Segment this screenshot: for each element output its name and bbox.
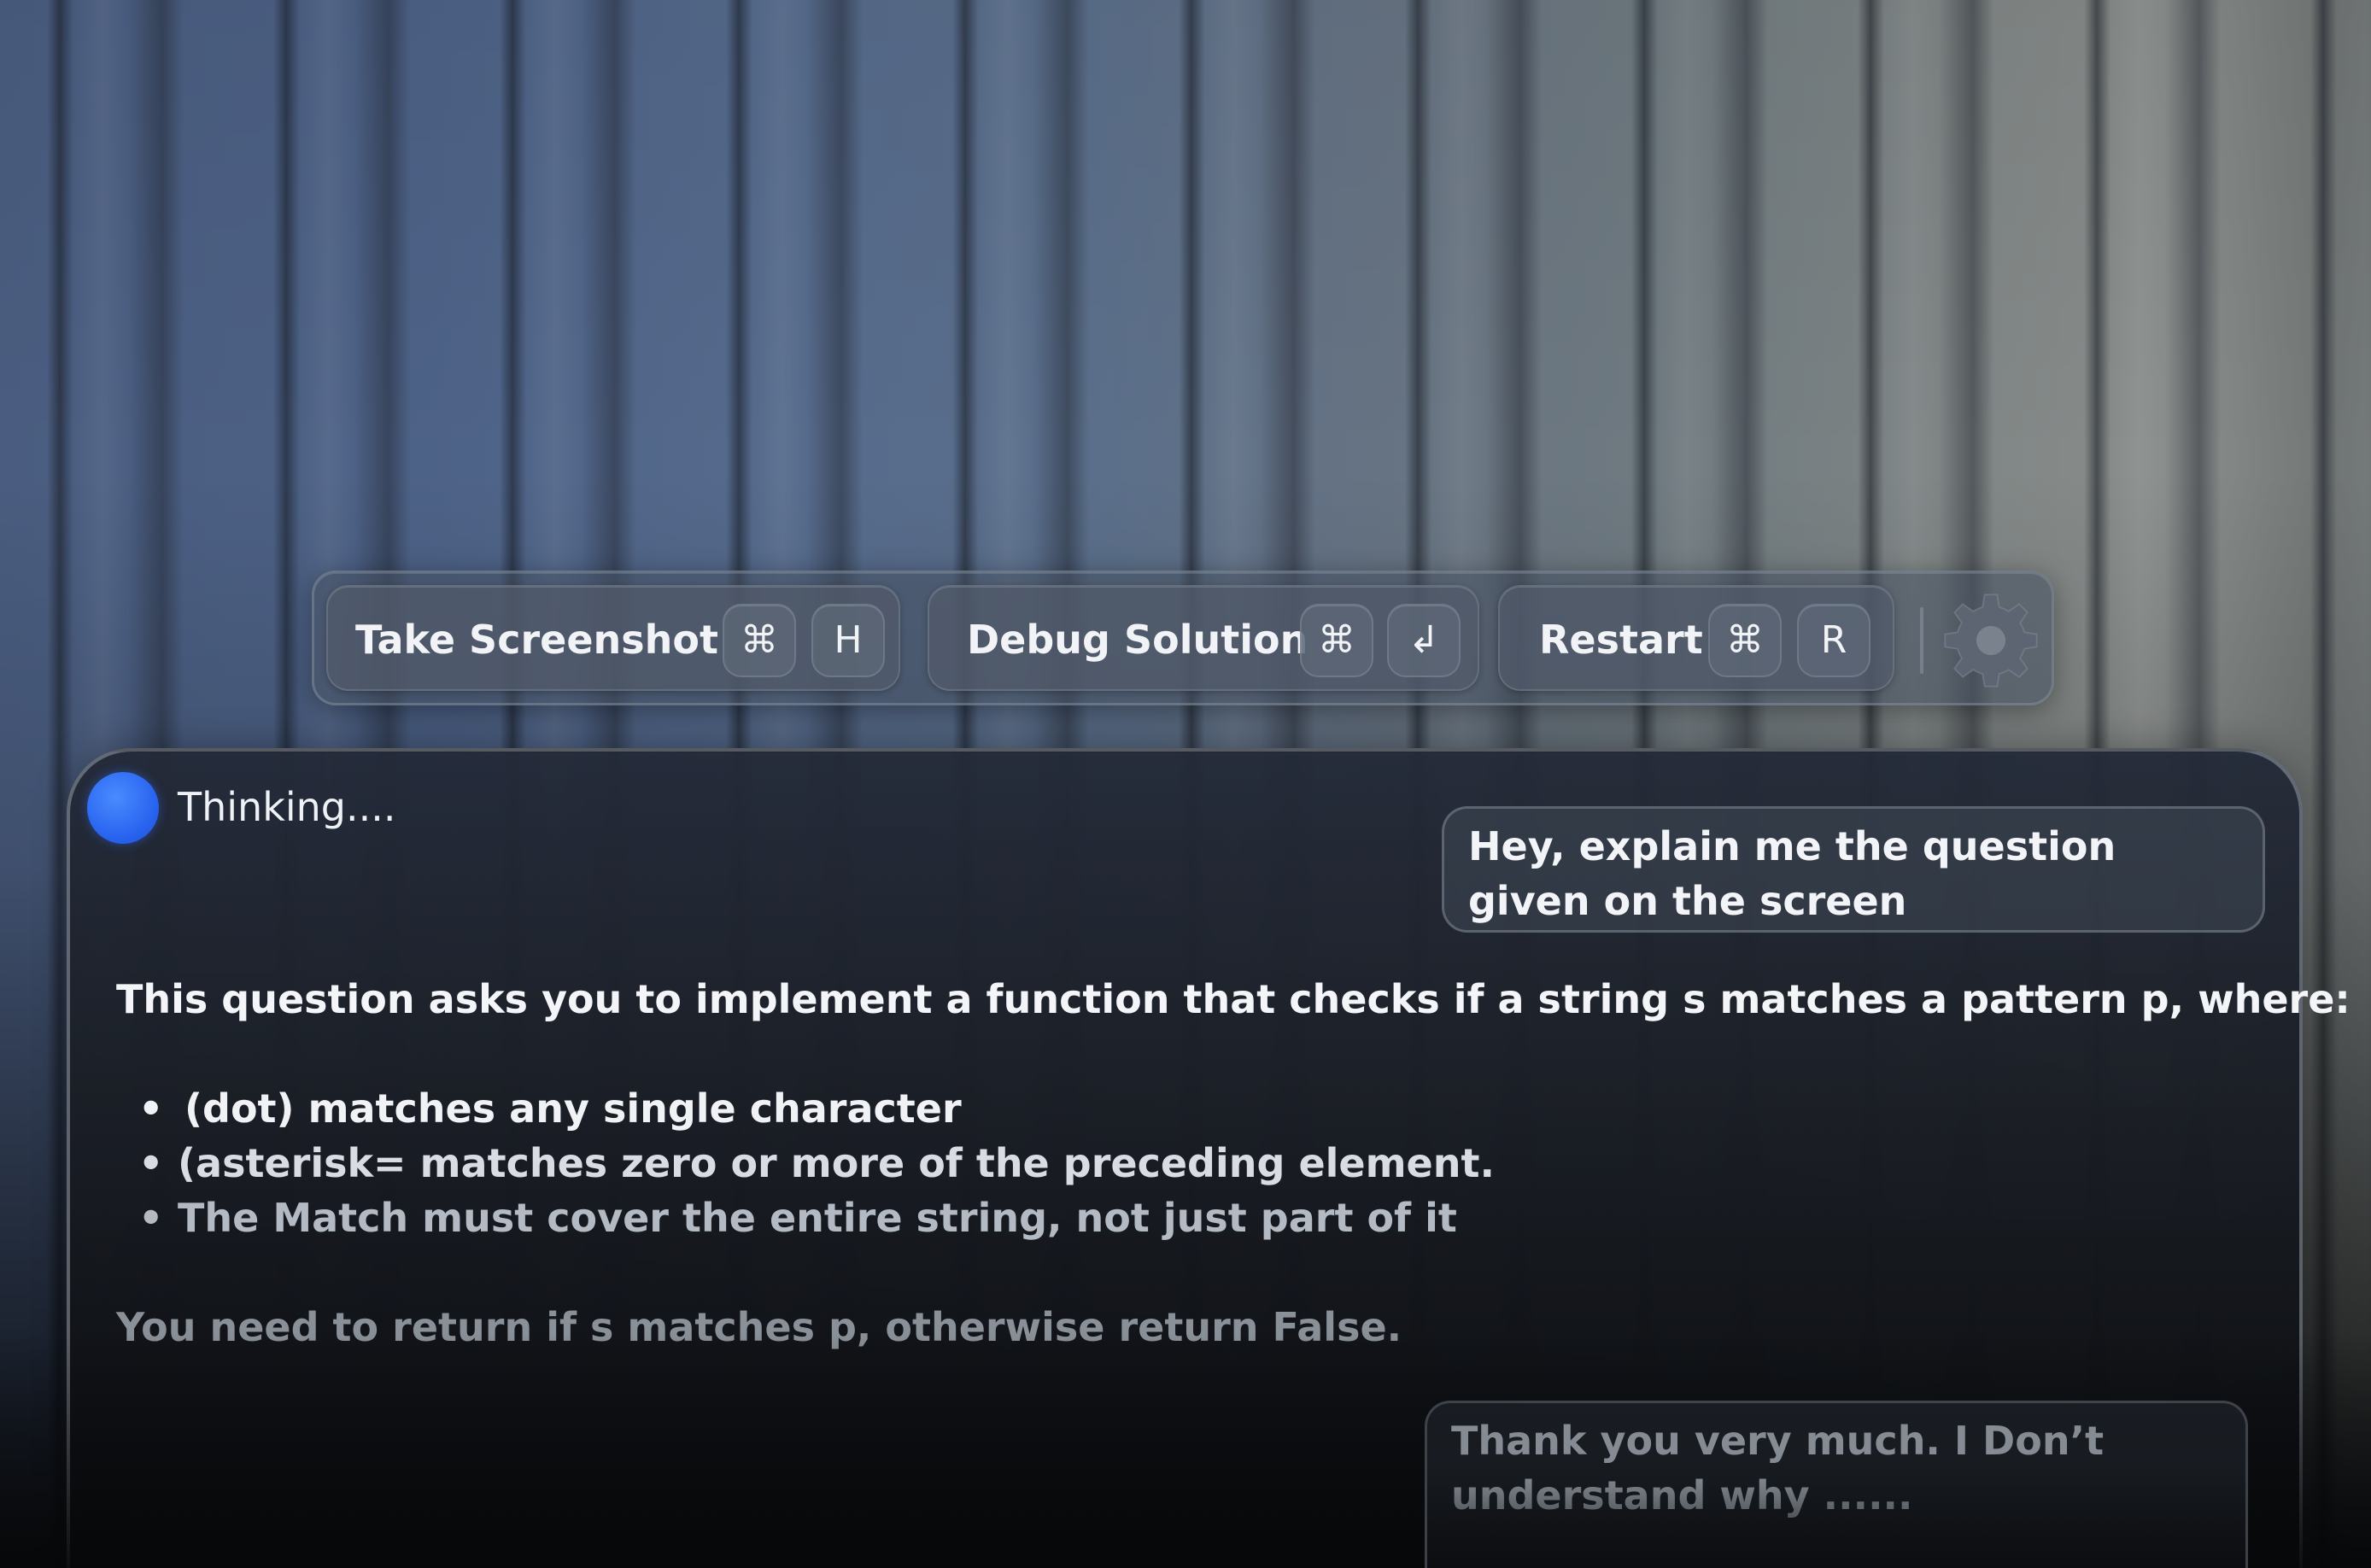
command-key-icon: ⌘ — [723, 604, 796, 677]
restart-button[interactable]: Restart ⌘ R — [1498, 585, 1894, 691]
thinking-indicator-icon — [87, 772, 159, 844]
take-screenshot-button[interactable]: Take Screenshot ⌘ H — [326, 585, 900, 691]
user-message-text: Hey, explain me the question given on th… — [1468, 823, 2116, 924]
command-key-icon: ⌘ — [1300, 604, 1373, 677]
list-item: • The Match must cover the entire string… — [116, 1191, 1495, 1245]
toolbar-divider — [1920, 607, 1923, 674]
user-message-bubble: Hey, explain me the question given on th… — [1442, 806, 2265, 933]
bullet-text: (dot) matches any single character — [184, 1085, 962, 1132]
shortcut-key-h: H — [811, 604, 885, 677]
bullet-text: The Match must cover the entire string, … — [178, 1195, 1457, 1241]
command-key-icon: ⌘ — [1708, 604, 1782, 677]
restart-label: Restart — [1539, 617, 1703, 663]
return-key-icon: ↲ — [1387, 604, 1461, 677]
bullet-dot: • — [138, 1085, 164, 1132]
bubble-fade — [1427, 1474, 2245, 1568]
take-screenshot-label: Take Screenshot — [355, 617, 719, 663]
assistant-answer-intro: This question asks you to implement a fu… — [116, 976, 2351, 1022]
command-toolbar: Take Screenshot ⌘ H Debug Solution ⌘ ↲ R… — [312, 570, 2054, 705]
desktop-background: Take Screenshot ⌘ H Debug Solution ⌘ ↲ R… — [0, 0, 2371, 1568]
bullet-dot: • — [138, 1140, 164, 1186]
gear-icon[interactable] — [1939, 588, 2043, 693]
list-item: • (asterisk= matches zero or more of the… — [116, 1136, 1495, 1191]
debug-solution-label: Debug Solution — [967, 617, 1308, 663]
shortcut-key-r: R — [1797, 604, 1870, 677]
list-item: • (dot) matches any single character — [116, 1081, 1495, 1136]
bullet-dot: • — [138, 1195, 164, 1241]
thinking-status: Thinking.... — [178, 784, 396, 830]
assistant-answer-outro: You need to return if s matches p, other… — [116, 1304, 1402, 1350]
debug-solution-button[interactable]: Debug Solution ⌘ ↲ — [928, 585, 1479, 691]
bullet-text: (asterisk= matches zero or more of the p… — [178, 1140, 1495, 1186]
user-message-bubble-2: Thank you very much. I Don’t understand … — [1425, 1401, 2248, 1568]
assistant-bullet-list: • (dot) matches any single character • (… — [116, 1081, 1495, 1245]
